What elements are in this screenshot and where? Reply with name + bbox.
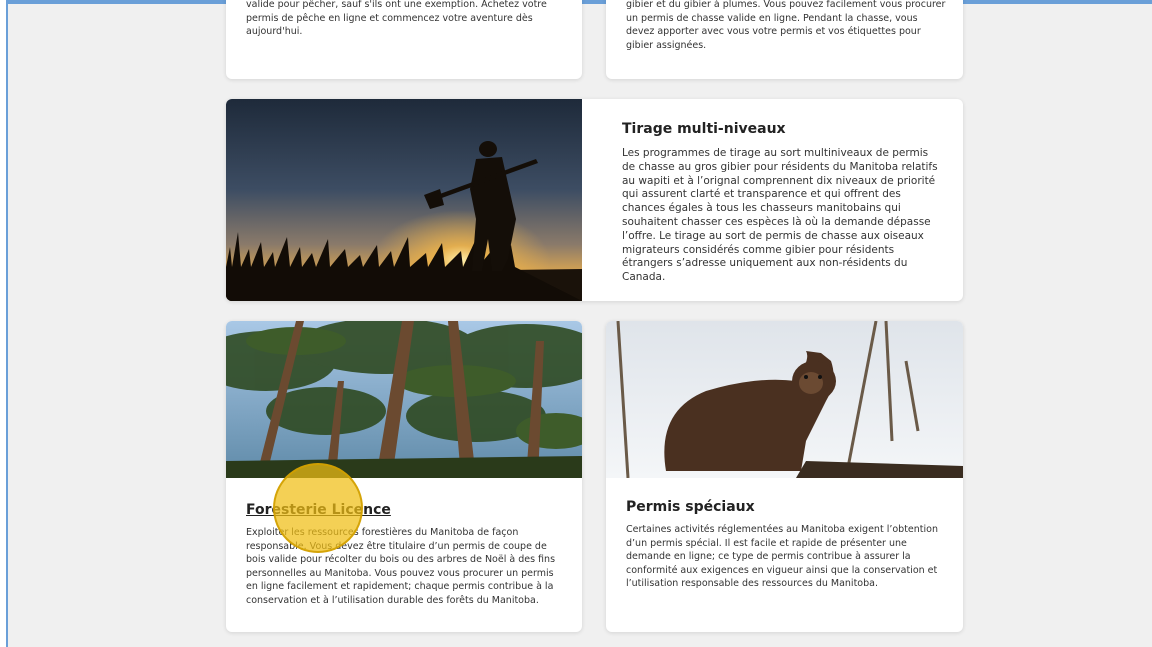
forestry-text: Exploiter les ressources forestières du … <box>246 527 556 606</box>
fisher-animal-image <box>606 321 963 478</box>
tirage-card[interactable]: Tirage multi-niveaux Les programmes de t… <box>226 99 963 301</box>
fishing-card[interactable]: valide pour pêcher, sauf s'ils ont une e… <box>226 0 582 79</box>
special-permits-text: Certaines activités réglementées au Mani… <box>626 524 938 589</box>
forestry-title-link[interactable]: Foresterie Licence <box>246 502 391 518</box>
window-left-border <box>0 0 8 647</box>
forest-image <box>226 321 582 478</box>
special-permits-title: Permis spéciaux <box>626 499 755 515</box>
hunting-card[interactable]: gibier et du gibier à plumes. Vous pouve… <box>606 0 963 79</box>
forestry-card[interactable]: Foresterie Licence Exploiter les ressour… <box>226 321 582 632</box>
special-permits-card[interactable]: Permis spéciaux Certaines activités régl… <box>606 321 963 632</box>
fishing-card-text: valide pour pêcher, sauf s'ils ont une e… <box>246 0 547 37</box>
tirage-title: Tirage multi-niveaux <box>622 121 786 137</box>
hunting-card-text: gibier et du gibier à plumes. Vous pouve… <box>626 0 946 51</box>
tirage-text: Les programmes de tirage au sort multini… <box>622 147 938 284</box>
hunter-sunset-image <box>226 99 582 301</box>
